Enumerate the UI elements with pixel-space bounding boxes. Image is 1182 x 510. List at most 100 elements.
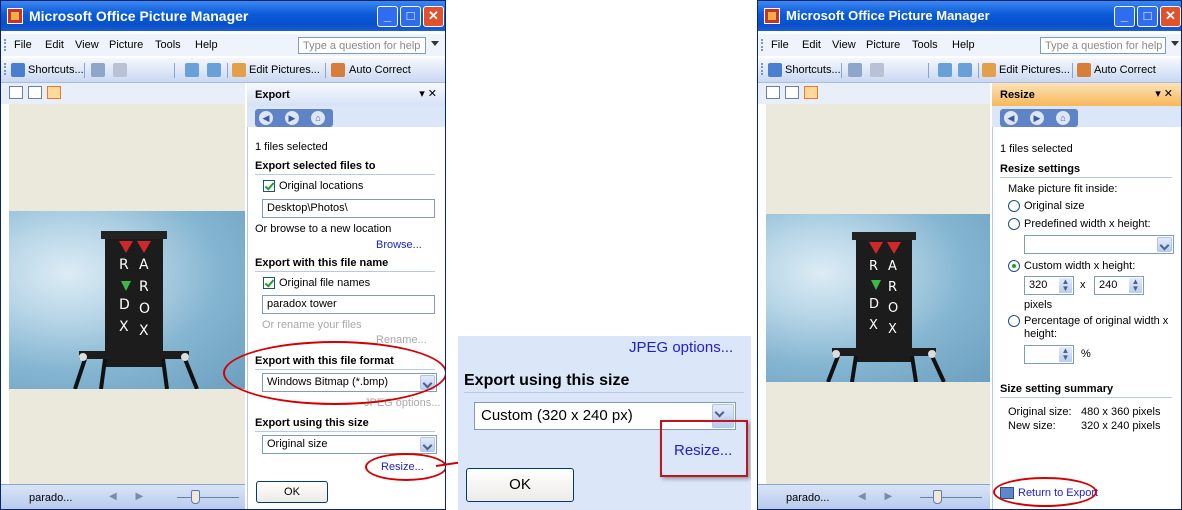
- maximize-button[interactable]: □: [1137, 6, 1158, 27]
- window-title: Microsoft Office Picture Manager: [786, 8, 990, 23]
- new-size-summary-label: New size:: [1008, 420, 1056, 432]
- percentage-radio[interactable]: [1008, 315, 1020, 327]
- zoom-ok-button[interactable]: OK: [466, 468, 574, 502]
- section-divider: [1000, 177, 1172, 178]
- predefined-label: Predefined width x height:: [1024, 218, 1151, 230]
- svg-text:X: X: [888, 322, 897, 337]
- files-selected-text: 1 files selected: [1000, 143, 1073, 155]
- pixels-text: pixels: [1024, 299, 1053, 311]
- section-size-summary: Size setting summary: [1000, 383, 1114, 395]
- close-button[interactable]: ✕: [1160, 6, 1181, 27]
- svg-text:X: X: [869, 318, 878, 333]
- shortcuts-icon: [768, 63, 782, 77]
- zoom-slider-track[interactable]: [920, 497, 982, 498]
- app-icon: [764, 8, 780, 24]
- picture-viewer: R A R D O X X: [766, 104, 990, 484]
- height-value: 240: [1099, 279, 1118, 291]
- svg-text:R: R: [869, 259, 878, 274]
- task-pane-nav: ◀ ▶ ⌂: [1000, 109, 1078, 127]
- fit-inside-text: Make picture fit inside:: [1008, 183, 1118, 195]
- original-size-summary-label: Original size:: [1008, 406, 1072, 418]
- custom-size-radio[interactable]: [1008, 260, 1020, 272]
- percentage-label: Percentage of original width x height:: [1024, 315, 1169, 340]
- width-spinner[interactable]: 320 ▲ ▼: [1024, 276, 1074, 295]
- filmstrip-view-icon[interactable]: [785, 86, 799, 99]
- forward-icon[interactable]: ▶: [1030, 111, 1044, 125]
- grip-icon: [761, 63, 765, 75]
- zoom-resize-link[interactable]: Resize...: [674, 442, 732, 459]
- toolbar-separator: [1072, 63, 1073, 78]
- percent-sign: %: [1081, 348, 1091, 360]
- help-search-input[interactable]: Type a question for help: [1040, 37, 1166, 54]
- minimize-button[interactable]: _: [1114, 6, 1135, 27]
- svg-text:R: R: [888, 280, 897, 295]
- spin-arrows-icon[interactable]: ▲ ▼: [1129, 278, 1142, 293]
- thumbnails-view-icon[interactable]: [766, 86, 780, 99]
- section-divider: [1000, 397, 1172, 398]
- custom-size-label: Custom width x height:: [1024, 260, 1136, 272]
- edit-pictures-button[interactable]: Edit Pictures...: [999, 64, 1070, 76]
- new-size-summary-value: 320 x 240 pixels: [1081, 420, 1161, 432]
- svg-text:O: O: [888, 301, 898, 316]
- original-size-label: Original size: [1024, 200, 1085, 212]
- status-filename: parado...: [786, 492, 830, 504]
- height-spinner[interactable]: 240 ▲ ▼: [1094, 276, 1144, 295]
- single-picture-view-icon[interactable]: [804, 86, 818, 99]
- resize-pane-body: 1 files selected Resize settings Make pi…: [992, 127, 1181, 509]
- zoom-size-title: Export using this size: [464, 372, 630, 389]
- resize-task-pane: Resize ▾ ✕ ◀ ▶ ⌂ 1 files selected Resize…: [992, 83, 1181, 509]
- spin-arrows-icon[interactable]: ▲ ▼: [1059, 347, 1072, 362]
- section-divider: [464, 392, 744, 393]
- width-value: 320: [1029, 279, 1048, 291]
- zoomed-inset: JPEG options... Export using this size C…: [458, 336, 751, 510]
- zoom-size-value: Custom (320 x 240 px): [481, 407, 633, 424]
- percentage-spinner[interactable]: ▲ ▼: [1024, 345, 1074, 364]
- toolbar-separator: [841, 63, 842, 78]
- times-sign: x: [1080, 279, 1086, 291]
- status-bar: parado... ◀ ▶: [758, 484, 990, 509]
- prev-next-arrows-icon[interactable]: ◀ ▶: [858, 491, 900, 502]
- predefined-radio[interactable]: [1008, 218, 1020, 230]
- edit-pictures-icon: [982, 63, 996, 77]
- menu-tools[interactable]: Tools: [912, 39, 938, 51]
- svg-text:D: D: [869, 297, 879, 312]
- svg-text:A: A: [888, 259, 897, 274]
- home-icon[interactable]: ⌂: [1056, 111, 1070, 125]
- photo-paradox-tower: R A R D O X X: [766, 214, 990, 382]
- task-pane-close-icon[interactable]: ▾ ✕: [1155, 87, 1173, 100]
- undo-icon[interactable]: [870, 63, 884, 77]
- chevron-down-icon[interactable]: [1157, 237, 1172, 252]
- toolbar-separator: [928, 63, 929, 78]
- shortcuts-button[interactable]: Shortcuts...: [785, 64, 841, 76]
- view-switcher-bar: [758, 83, 990, 104]
- picture-manager-window-resize: Microsoft Office Picture Manager _ □ ✕ F…: [757, 0, 1182, 510]
- chevron-down-icon[interactable]: [1171, 41, 1179, 46]
- grip-icon: [761, 39, 765, 51]
- thumbnail-view-icon[interactable]: [848, 63, 862, 77]
- annotation-oval-return: [993, 477, 1097, 507]
- auto-correct-icon: [1077, 63, 1091, 77]
- predefined-size-select[interactable]: [1024, 235, 1174, 254]
- back-icon[interactable]: ◀: [1004, 111, 1018, 125]
- section-resize-settings: Resize settings: [1000, 163, 1081, 175]
- menu-help[interactable]: Help: [952, 39, 975, 51]
- menu-bar: File Edit View Picture Tools Help Type a…: [758, 34, 1181, 56]
- menu-edit[interactable]: Edit: [802, 39, 821, 51]
- menu-view[interactable]: View: [832, 39, 856, 51]
- task-pane-title: Resize: [1000, 89, 1035, 101]
- rotate-right-icon[interactable]: [958, 63, 972, 77]
- spin-arrows-icon[interactable]: ▲ ▼: [1059, 278, 1072, 293]
- toolbar: Shortcuts... Edit Pictures... Auto Corre…: [758, 58, 1181, 83]
- rotate-left-icon[interactable]: [938, 63, 952, 77]
- zoom-jpeg-options-link[interactable]: JPEG options...: [629, 339, 733, 356]
- toolbar-separator: [978, 63, 979, 78]
- tower-image: R A R D O X X: [826, 232, 946, 382]
- zoom-slider-thumb[interactable]: [933, 490, 942, 504]
- auto-correct-button[interactable]: Auto Correct: [1094, 64, 1156, 76]
- original-size-radio[interactable]: [1008, 200, 1020, 212]
- title-bar: Microsoft Office Picture Manager _ □ ✕: [758, 1, 1181, 31]
- menu-picture[interactable]: Picture: [866, 39, 900, 51]
- menu-file[interactable]: File: [771, 39, 789, 51]
- task-pane-header: Resize ▾ ✕: [992, 83, 1181, 106]
- original-size-summary-value: 480 x 360 pixels: [1081, 406, 1161, 418]
